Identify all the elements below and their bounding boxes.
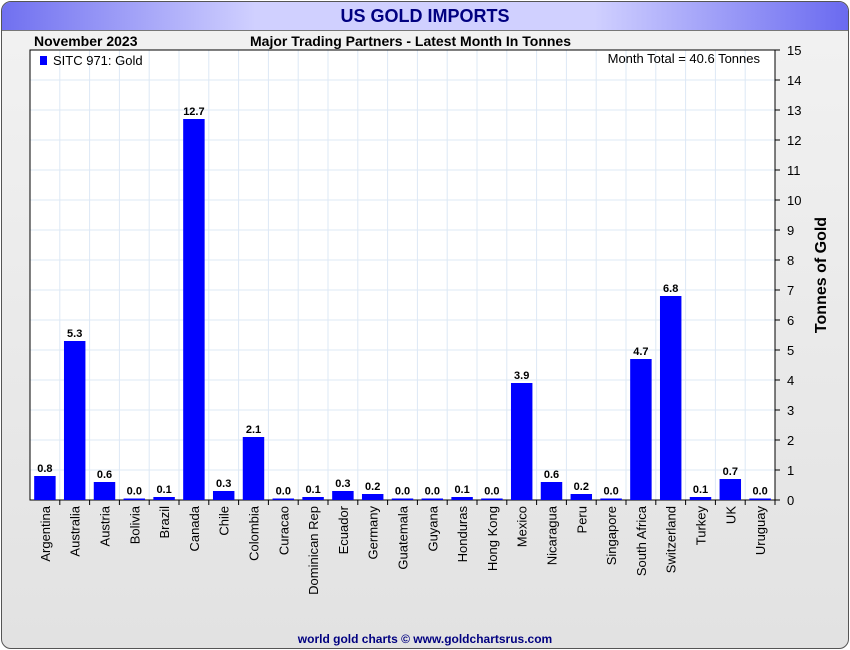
x-tick-label: Argentina bbox=[38, 505, 53, 561]
y-tick-label: 9 bbox=[787, 223, 794, 238]
data-label: 2.1 bbox=[246, 424, 261, 436]
y-tick-label: 15 bbox=[787, 43, 801, 58]
x-tick-label: Canada bbox=[187, 505, 202, 551]
x-tick-label: Uruguay bbox=[753, 506, 768, 556]
bar-canada bbox=[183, 119, 205, 500]
bar-nicaragua bbox=[540, 482, 563, 500]
bar-austria bbox=[93, 482, 116, 500]
x-tick-label: Austria bbox=[98, 505, 113, 546]
bar-switzerland bbox=[659, 296, 682, 500]
y-tick-label: 5 bbox=[787, 343, 794, 358]
data-label: 12.7 bbox=[183, 106, 204, 118]
x-tick-label: Singapore bbox=[604, 506, 619, 565]
bar-uk bbox=[719, 479, 742, 500]
x-tick-label: Dominican Rep bbox=[306, 506, 321, 595]
data-label: 0.1 bbox=[693, 484, 708, 496]
bar-australia bbox=[63, 341, 86, 500]
data-label: 0.0 bbox=[276, 486, 291, 498]
x-tick-label: Ecuador bbox=[336, 505, 351, 554]
bar-chart: 01234567891011121314150.8Argentina5.3Aus… bbox=[29, 43, 830, 595]
x-tick-label: Honduras bbox=[455, 506, 470, 563]
y-axis-label: Tonnes of Gold bbox=[813, 217, 830, 333]
bar-ecuador bbox=[332, 491, 354, 500]
data-label: 0.3 bbox=[216, 478, 231, 490]
bar-singapore bbox=[600, 498, 622, 500]
x-tick-label: Hong Kong bbox=[485, 506, 500, 571]
legend-swatch bbox=[40, 56, 47, 65]
data-label: 0.7 bbox=[723, 466, 738, 478]
x-tick-label: Mexico bbox=[515, 506, 530, 547]
data-label: 0.0 bbox=[425, 486, 440, 498]
y-tick-label: 4 bbox=[787, 373, 794, 388]
x-tick-label: Bolivia bbox=[127, 505, 142, 544]
y-tick-label: 2 bbox=[787, 433, 794, 448]
data-label: 0.0 bbox=[127, 486, 142, 498]
bar-bolivia bbox=[123, 498, 146, 500]
y-tick-label: 12 bbox=[787, 133, 801, 148]
x-tick-label: South Africa bbox=[634, 505, 649, 576]
bar-colombia bbox=[242, 437, 265, 500]
data-label: 0.1 bbox=[305, 484, 320, 496]
y-tick-label: 14 bbox=[787, 73, 801, 88]
x-tick-label: Chile bbox=[217, 506, 232, 536]
bar-south-africa bbox=[630, 359, 652, 500]
bar-guatemala bbox=[391, 498, 414, 500]
x-tick-label: Guyana bbox=[425, 505, 440, 551]
data-label: 0.3 bbox=[335, 478, 350, 490]
y-tick-label: 7 bbox=[787, 283, 794, 298]
bar-uruguay bbox=[749, 498, 771, 500]
bar-turkey bbox=[689, 497, 712, 500]
y-tick-label: 6 bbox=[787, 313, 794, 328]
data-label: 0.8 bbox=[37, 463, 52, 475]
x-tick-label: Germany bbox=[366, 506, 381, 560]
x-tick-label: Australia bbox=[68, 505, 83, 556]
bar-honduras bbox=[451, 497, 473, 500]
data-label: 0.1 bbox=[156, 484, 171, 496]
data-label: 0.6 bbox=[544, 469, 559, 481]
bar-brazil bbox=[153, 497, 175, 500]
data-label: 0.1 bbox=[454, 484, 469, 496]
data-label: 6.8 bbox=[663, 283, 678, 295]
month-total-annotation: Month Total = 40.6 Tonnes bbox=[608, 51, 761, 66]
bar-peru bbox=[570, 494, 593, 500]
data-label: 0.0 bbox=[395, 486, 410, 498]
x-tick-label: Brazil bbox=[157, 506, 172, 539]
bar-curacao bbox=[272, 498, 295, 500]
data-label: 0.2 bbox=[365, 481, 380, 493]
bar-argentina bbox=[34, 476, 56, 500]
data-label: 0.0 bbox=[603, 486, 618, 498]
y-tick-label: 11 bbox=[787, 163, 801, 178]
y-tick-label: 8 bbox=[787, 253, 794, 268]
legend-label: SITC 971: Gold bbox=[53, 53, 143, 68]
data-label: 0.6 bbox=[97, 469, 112, 481]
x-tick-label: Curacao bbox=[276, 506, 291, 555]
x-tick-label: Nicaragua bbox=[545, 505, 560, 565]
y-tick-label: 0 bbox=[787, 493, 794, 508]
bar-guyana bbox=[421, 498, 444, 500]
y-tick-label: 3 bbox=[787, 403, 794, 418]
x-tick-label: UK bbox=[723, 506, 738, 524]
x-tick-label: Colombia bbox=[247, 505, 262, 561]
data-label: 3.9 bbox=[514, 370, 529, 382]
bar-hong-kong bbox=[481, 498, 503, 500]
data-label: 0.2 bbox=[574, 481, 589, 493]
data-label: 0.0 bbox=[484, 486, 499, 498]
x-tick-label: Guatemala bbox=[396, 505, 411, 569]
y-tick-label: 13 bbox=[787, 103, 801, 118]
y-tick-label: 1 bbox=[787, 463, 794, 478]
bar-chile bbox=[212, 491, 235, 500]
bar-germany bbox=[361, 494, 384, 500]
x-tick-label: Switzerland bbox=[664, 506, 679, 573]
data-label: 4.7 bbox=[633, 346, 648, 358]
bar-mexico bbox=[510, 383, 533, 500]
x-tick-label: Turkey bbox=[694, 506, 709, 546]
bar-dominican-rep bbox=[302, 497, 324, 500]
data-label: 0.0 bbox=[752, 486, 767, 498]
data-label: 5.3 bbox=[67, 328, 82, 340]
x-tick-label: Peru bbox=[574, 506, 589, 533]
y-tick-label: 10 bbox=[787, 193, 801, 208]
